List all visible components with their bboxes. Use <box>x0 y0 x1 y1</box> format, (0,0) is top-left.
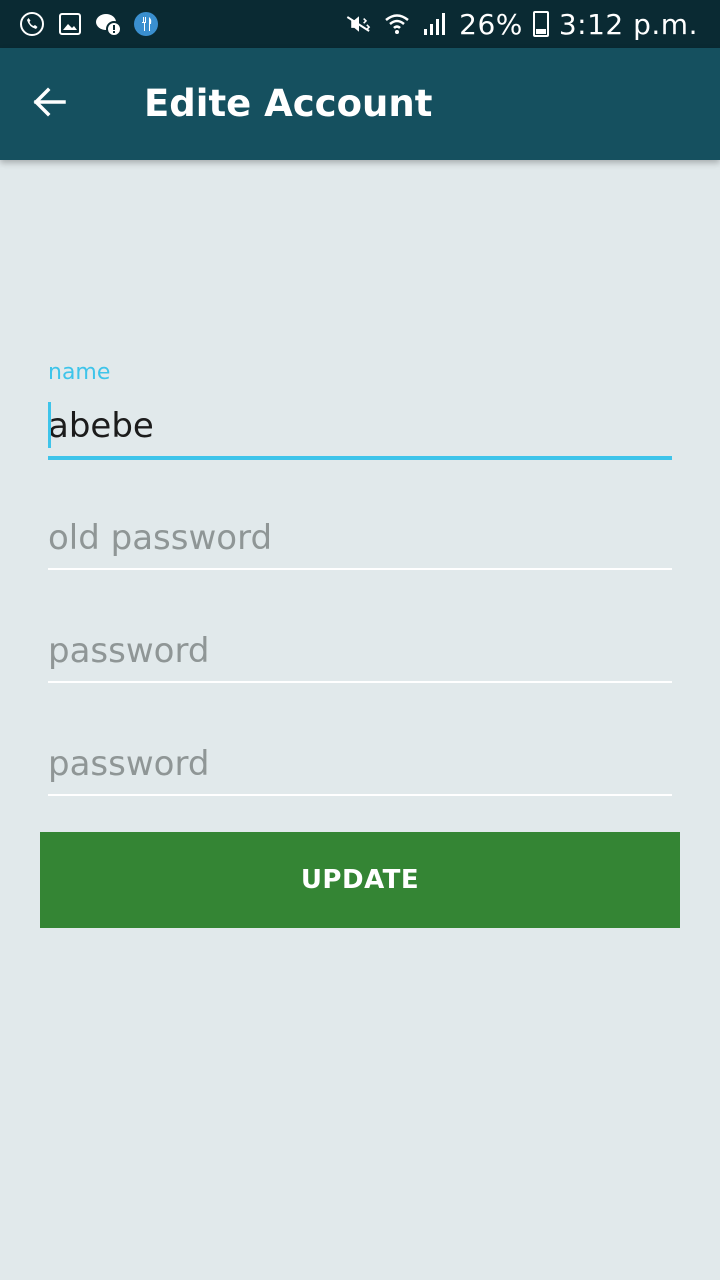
name-input-underline <box>48 456 672 460</box>
old-password-input[interactable] <box>48 512 672 564</box>
old-password-field <box>48 512 672 570</box>
back-button[interactable] <box>22 76 78 132</box>
confirm-password-field <box>48 738 672 796</box>
battery-percent: 26% <box>459 7 523 41</box>
signal-icon <box>421 10 449 38</box>
chat-alert-icon <box>94 10 122 38</box>
gallery-icon <box>56 10 84 38</box>
battery-icon <box>532 11 549 37</box>
system-status: 26% 3:12 p.m. <box>345 0 698 48</box>
arrow-left-icon <box>32 84 68 124</box>
password-field <box>48 625 672 683</box>
name-field: name <box>48 360 672 460</box>
app-bar: Edite Account <box>0 48 720 160</box>
update-button[interactable]: UPDATE <box>40 832 680 928</box>
mute-icon <box>345 10 373 38</box>
wifi-icon <box>383 10 411 38</box>
name-field-label: name <box>48 360 111 385</box>
status-bar: 26% 3:12 p.m. <box>0 0 720 48</box>
password-underline <box>48 681 672 683</box>
old-password-underline <box>48 568 672 570</box>
confirm-password-input[interactable] <box>48 738 672 790</box>
confirm-password-underline <box>48 794 672 796</box>
restaurant-icon <box>132 10 160 38</box>
text-cursor <box>48 402 51 448</box>
notification-icons <box>18 10 160 38</box>
page-title: Edite Account <box>144 82 433 125</box>
call-icon <box>18 10 46 38</box>
password-input[interactable] <box>48 625 672 677</box>
name-input[interactable] <box>48 400 672 452</box>
clock: 3:12 p.m. <box>558 7 698 41</box>
